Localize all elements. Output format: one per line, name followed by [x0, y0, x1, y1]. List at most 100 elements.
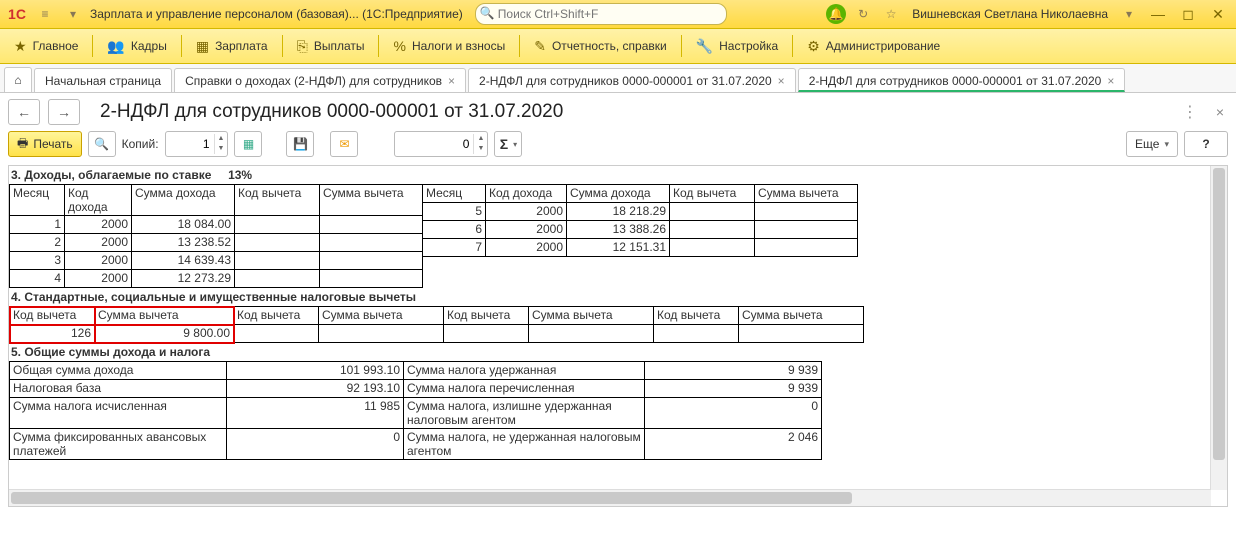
menu-label: Налоги и взносы: [412, 39, 505, 53]
chevron-down-icon: ▾: [513, 140, 517, 149]
wrench-icon: 🔧: [696, 38, 713, 55]
spin-down-icon[interactable]: ▼: [215, 144, 228, 154]
maximize-button[interactable]: ◻: [1176, 6, 1200, 23]
envelope-icon: ✉: [339, 137, 349, 151]
menu-taxes[interactable]: % Налоги и взносы: [383, 34, 515, 58]
tab-3[interactable]: 2-НДФЛ для сотрудников 0000-000001 от 31…: [798, 68, 1126, 92]
hamburger-icon[interactable]: ≡: [34, 3, 56, 25]
tab-start-page[interactable]: Начальная страница: [34, 68, 172, 92]
tab-label: 2-НДФЛ для сотрудников 0000-000001 от 31…: [479, 74, 772, 88]
spin-up-icon[interactable]: ▲: [474, 134, 487, 144]
number-input[interactable]: [395, 137, 473, 151]
star-icon[interactable]: ☆: [880, 3, 902, 25]
menu-label: Настройка: [719, 39, 778, 53]
col-dcode: Код вычета: [235, 185, 320, 216]
copies-label: Копий:: [122, 137, 159, 151]
sum-button[interactable]: Σ▾: [494, 131, 522, 157]
nav-back-button[interactable]: ←: [8, 99, 40, 125]
table-row: Сумма фиксированных авансовых платежей0 …: [10, 429, 822, 460]
preview-button[interactable]: 🔍: [88, 131, 116, 157]
dropdown-icon[interactable]: ▾: [62, 3, 84, 25]
people-icon: 👥: [107, 38, 124, 55]
section4-heading: 4. Стандартные, социальные и имущественн…: [9, 288, 1227, 306]
page-close-button[interactable]: ×: [1212, 104, 1228, 120]
table-row: 126 9 800.00: [10, 325, 864, 343]
income-table-right: Месяц Код дохода Сумма дохода Код вычета…: [422, 184, 858, 257]
percent-icon: %: [393, 38, 405, 54]
bell-icon[interactable]: 🔔: [826, 4, 846, 24]
mail-button[interactable]: ✉: [330, 131, 358, 157]
search-input[interactable]: [475, 3, 727, 25]
col-month: Месяц: [10, 185, 65, 216]
menu-payments[interactable]: ⎘Выплаты: [287, 34, 375, 59]
global-search[interactable]: 🔍: [475, 3, 695, 25]
spin-down-icon[interactable]: ▼: [474, 144, 487, 154]
more-label: Еще: [1135, 137, 1159, 151]
close-icon[interactable]: ×: [1107, 74, 1114, 88]
close-icon[interactable]: ×: [448, 74, 455, 88]
more-button[interactable]: Еще: [1126, 131, 1178, 157]
user-name[interactable]: Вишневская Светлана Николаевна: [908, 7, 1112, 21]
star-solid-icon: ★: [14, 38, 27, 55]
col-sum: Сумма дохода: [132, 185, 235, 216]
menu-salary[interactable]: ▦Зарплата: [186, 34, 278, 59]
menu-label: Выплаты: [314, 39, 365, 53]
copies-spinner[interactable]: ▲▼: [165, 131, 229, 157]
nav-forward-button[interactable]: →: [48, 99, 80, 125]
table-row: 2200013 238.52: [10, 234, 423, 252]
table-row: 3200014 639.43: [10, 252, 423, 270]
vertical-scrollbar[interactable]: [1210, 166, 1227, 490]
menu-label: Главное: [33, 39, 79, 53]
col-dsum: Сумма вычета: [95, 307, 234, 325]
close-window-button[interactable]: ✕: [1206, 6, 1230, 23]
menu-admin[interactable]: ⚙Администрирование: [797, 34, 950, 59]
page: ← → 2-НДФЛ для сотрудников 0000-000001 о…: [0, 93, 1236, 515]
spin-up-icon[interactable]: ▲: [215, 134, 228, 144]
table-row: 4200012 273.29: [10, 270, 423, 288]
tabbar: ⌂ Начальная страница Справки о доходах (…: [0, 64, 1236, 93]
toolbar: 🖶 Печать 🔍 Копий: ▲▼ ▦ 💾 ✉ ▲▼ Σ▾ Еще ?: [8, 131, 1228, 157]
menu-staff[interactable]: 👥 Кадры: [97, 34, 176, 59]
table-row: Общая сумма дохода101 993.10 Сумма налог…: [10, 362, 822, 380]
tab-2[interactable]: 2-НДФЛ для сотрудников 0000-000001 от 31…: [468, 68, 796, 92]
print-label: Печать: [33, 137, 72, 151]
print-button[interactable]: 🖶 Печать: [8, 131, 82, 157]
tab-1[interactable]: Справки о доходах (2-НДФЛ) для сотрудник…: [174, 68, 466, 92]
table-row: 6200013 388.26: [423, 221, 858, 239]
menubar: ★ Главное 👥 Кадры ▦Зарплата ⎘Выплаты % Нало…: [0, 29, 1236, 64]
menu-main[interactable]: ★ Главное: [4, 34, 88, 59]
help-button[interactable]: ?: [1184, 131, 1228, 157]
save-button[interactable]: 💾: [286, 131, 314, 157]
col-dsum: Сумма вычета: [755, 185, 858, 203]
table-row: 5200018 218.29: [423, 203, 858, 221]
horizontal-scrollbar[interactable]: [9, 489, 1211, 506]
col-code: Код дохода: [65, 185, 132, 216]
home-tab[interactable]: ⌂: [4, 67, 32, 92]
table-row: Сумма налога исчисленная11 985 Сумма нал…: [10, 398, 822, 429]
section5-heading: 5. Общие суммы дохода и налога: [9, 343, 1227, 361]
document-icon: ✎: [534, 38, 546, 55]
menu-settings[interactable]: 🔧 Настройка: [686, 34, 789, 59]
help-label: ?: [1202, 137, 1209, 151]
menu-label: Кадры: [131, 39, 167, 53]
sigma-icon: Σ: [500, 136, 508, 152]
income-table-left: Месяц Код дохода Сумма дохода Код вычета…: [9, 184, 423, 288]
col-month: Месяц: [423, 185, 486, 203]
close-icon[interactable]: ×: [778, 74, 785, 88]
page-title: 2-НДФЛ для сотрудников 0000-000001 от 31…: [100, 101, 563, 123]
table-button[interactable]: ▦: [234, 131, 262, 157]
scrollbar-thumb[interactable]: [1213, 168, 1225, 460]
number-spinner[interactable]: ▲▼: [394, 131, 488, 157]
user-dropdown-icon[interactable]: ▾: [1118, 3, 1140, 25]
menu-reports[interactable]: ✎Отчетность, справки: [524, 34, 676, 59]
minimize-button[interactable]: —: [1146, 6, 1170, 22]
scrollbar-thumb[interactable]: [11, 492, 852, 504]
logo-1c-icon: 1С: [6, 3, 28, 25]
report-area[interactable]: 3. Доходы, облагаемые по ставке 13% Меся…: [8, 165, 1228, 507]
copies-input[interactable]: [166, 137, 214, 151]
kebab-icon[interactable]: ⋮: [1176, 102, 1204, 122]
history-icon[interactable]: ↻: [852, 3, 874, 25]
menu-label: Зарплата: [215, 39, 268, 53]
magnifier-icon: 🔍: [94, 137, 109, 151]
page-header: ← → 2-НДФЛ для сотрудников 0000-000001 о…: [8, 99, 1228, 125]
